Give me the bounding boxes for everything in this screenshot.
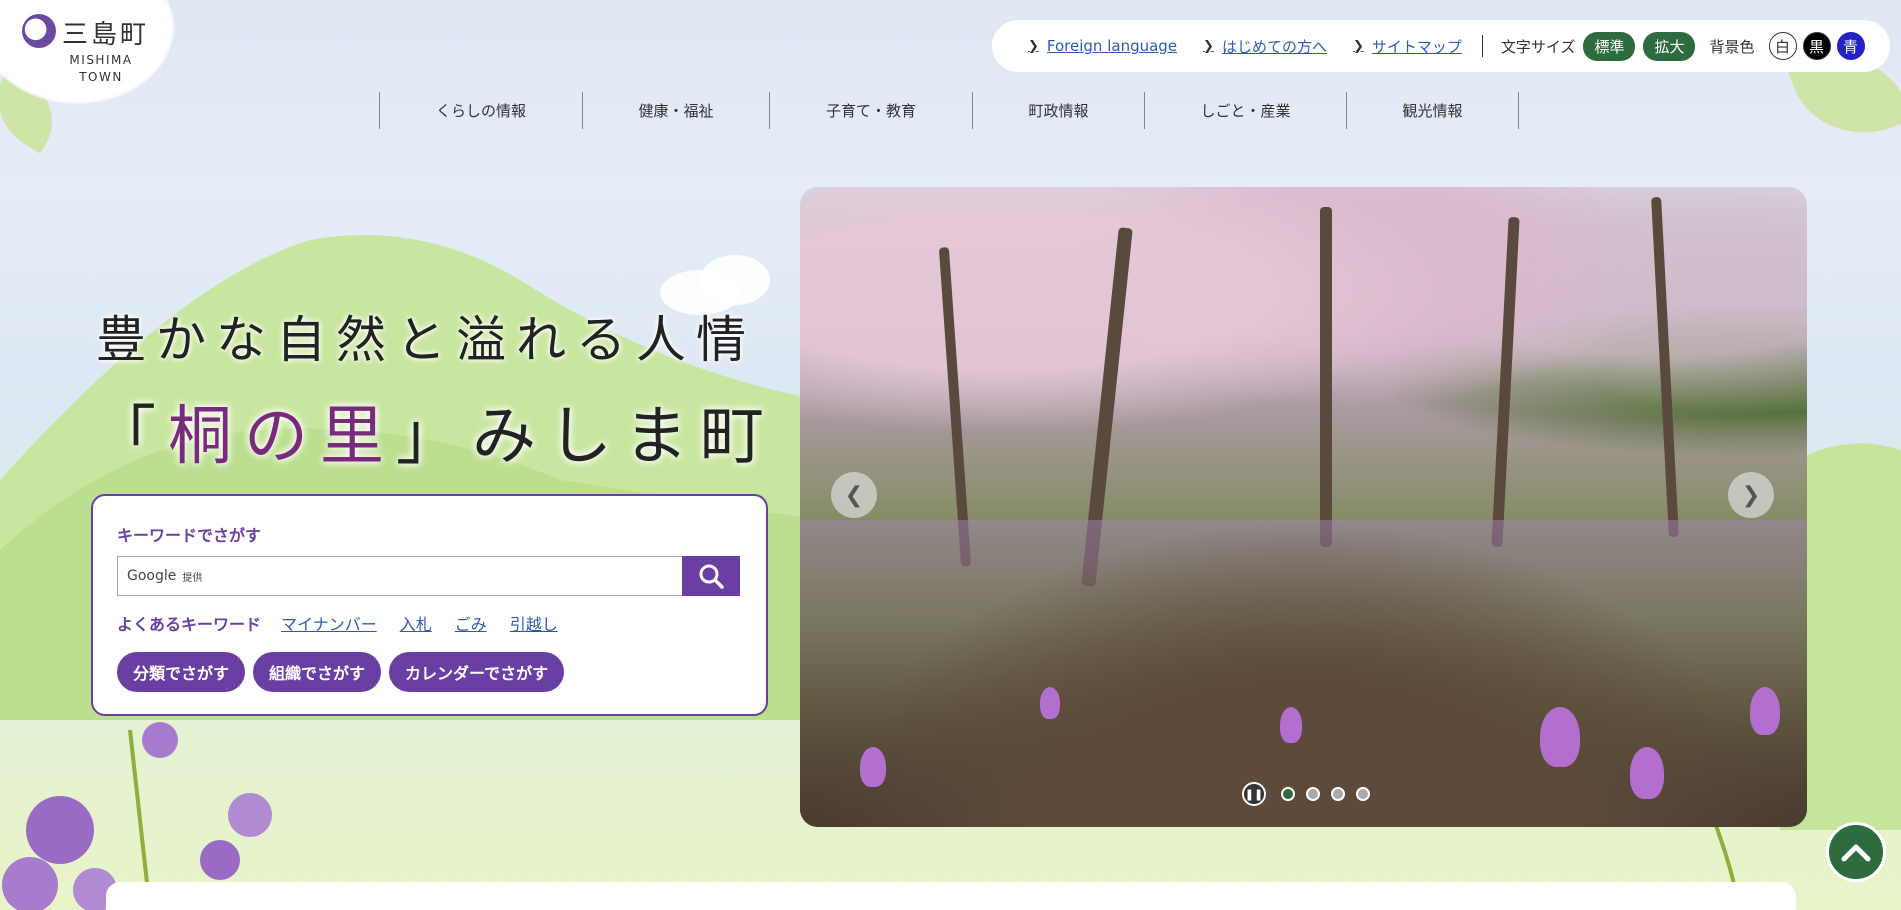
bg-blue-button[interactable]: 青 (1836, 32, 1865, 60)
keyword-link[interactable]: ごみ (455, 611, 487, 635)
headline-highlight: 桐の里 (168, 400, 396, 474)
keyword-link[interactable]: 引越し (510, 611, 558, 635)
font-size-large-button[interactable]: 拡大 (1643, 31, 1696, 61)
nav-item-tourism[interactable]: 観光情報 (1346, 92, 1519, 129)
slide-image-flower (860, 747, 886, 787)
slider-pause-button[interactable]: ❚❚ (1242, 782, 1266, 806)
slider-pagination: ❚❚ (1242, 782, 1370, 806)
divider (1481, 35, 1483, 57)
foreign-language-label: Foreign language (1046, 37, 1178, 55)
slide-image-flower (1280, 707, 1302, 743)
slider-dot[interactable] (1356, 787, 1370, 801)
chevron-right-icon: ❯ (1028, 38, 1039, 54)
logo-english-line-2: TOWN (79, 70, 123, 84)
bg-black-button[interactable]: 黒 (1802, 32, 1831, 60)
slider-dot[interactable] (1281, 787, 1295, 801)
cloud-decoration (700, 255, 770, 305)
search-by-category-button[interactable]: 分類でさがす (117, 652, 246, 692)
site-logo[interactable]: 三島町 MISHIMA TOWN (0, 0, 172, 102)
popular-keywords: よくあるキーワード マイナンバー 入札 ごみ 引越し (117, 611, 581, 635)
slide-image-flower (1540, 707, 1580, 767)
slider-next-button[interactable]: ❯ (1728, 472, 1774, 518)
foreign-language-link[interactable]: ❯ Foreign language (1028, 37, 1177, 55)
headline-close: 」みしま町 (396, 400, 776, 474)
hero-tagline: 豊かな自然と溢れる人情 (96, 311, 756, 369)
logo-english-line-1: MISHIMA (69, 53, 133, 67)
hero-headline: 「桐の里」みしま町 (92, 385, 776, 477)
font-size-standard-button[interactable]: 標準 (1583, 31, 1636, 61)
slider-prev-button[interactable]: ❮ (831, 472, 877, 518)
global-nav: くらしの情報 健康・福祉 子育て・教育 町政情報 しごと・産業 観光情報 (379, 92, 1519, 129)
logo-english-name: MISHIMA TOWN (66, 52, 136, 86)
keyword-link[interactable]: 入札 (400, 611, 432, 635)
search-input[interactable]: Google 提供 (117, 556, 683, 596)
slide-image-flower (1630, 747, 1664, 799)
slider-dot[interactable] (1331, 787, 1345, 801)
nav-item-health-welfare[interactable]: 健康・福祉 (582, 92, 769, 129)
wave-divider (0, 152, 1901, 180)
chevron-up-icon (1841, 844, 1871, 862)
logo-japanese-name: 三島町 (62, 20, 150, 50)
search-panel: キーワードでさがす Google 提供 よくあるキーワード マイナンバー 入札 ご… (91, 494, 768, 716)
town-emblem-icon (22, 14, 56, 48)
first-visit-label: はじめての方へ (1221, 37, 1327, 56)
nav-item-living[interactable]: くらしの情報 (379, 92, 582, 129)
sitemap-link[interactable]: ❯ サイトマップ (1353, 36, 1462, 57)
search-button[interactable] (682, 556, 740, 596)
search-by-organization-button[interactable]: 組織でさがす (253, 652, 382, 692)
content-section-top (106, 882, 1796, 910)
slide-image-flower (1750, 687, 1780, 735)
search-by-calendar-button[interactable]: カレンダーでさがす (389, 652, 565, 692)
keyword-link[interactable]: マイナンバー (281, 611, 377, 635)
back-to-top-button[interactable] (1826, 822, 1886, 882)
hero-slider: ❮ ❯ ❚❚ (800, 187, 1807, 827)
slide-image-flower (1040, 687, 1060, 719)
slider-dot[interactable] (1306, 787, 1320, 801)
chevron-right-icon: ❯ (1203, 38, 1214, 54)
bg-white-button[interactable]: 白 (1768, 32, 1797, 60)
nav-item-town-administration[interactable]: 町政情報 (972, 92, 1144, 129)
utility-bar: ❯ Foreign language ❯ はじめての方へ ❯ サイトマップ 文字サイズ… (992, 20, 1890, 72)
chevron-left-icon: ❮ (844, 482, 864, 508)
search-method-buttons: 分類でさがす 組織でさがす カレンダーでさがす (117, 652, 572, 692)
search-icon (699, 564, 724, 589)
search-placeholder-brand: Google (127, 568, 177, 584)
popular-keywords-label: よくあるキーワード (117, 615, 262, 634)
first-visit-link[interactable]: ❯ はじめての方へ (1203, 36, 1327, 57)
nav-item-childcare-education[interactable]: 子育て・教育 (769, 92, 972, 129)
search-placeholder-suffix: 提供 (182, 572, 203, 584)
search-title: キーワードでさがす (117, 526, 262, 545)
chevron-right-icon: ❯ (1741, 482, 1761, 508)
pause-icon: ❚❚ (1244, 787, 1264, 801)
slide-image-tree (1320, 207, 1332, 547)
nav-item-work-industry[interactable]: しごと・産業 (1144, 92, 1346, 129)
font-size-label: 文字サイズ (1500, 37, 1576, 56)
chevron-right-icon: ❯ (1352, 38, 1364, 54)
headline-open-bracket: 「 (92, 400, 168, 474)
sitemap-label: サイトマップ (1371, 37, 1462, 56)
bg-color-label: 背景色 (1709, 37, 1755, 56)
